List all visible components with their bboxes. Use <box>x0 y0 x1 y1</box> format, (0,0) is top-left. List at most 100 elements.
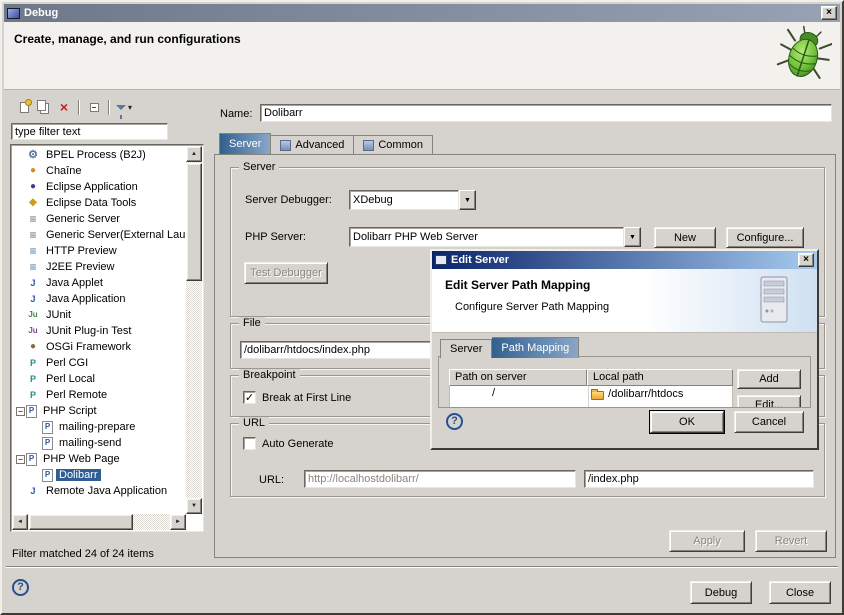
edit-server-dialog: Edit Server × Edit Server Path Mapping C… <box>430 249 819 450</box>
tree-item-dolibarr[interactable]: PDolibarr <box>13 467 187 483</box>
revert-button[interactable]: Revert <box>755 530 827 552</box>
ok-button[interactable]: OK <box>650 411 724 433</box>
window-title: Debug <box>24 7 817 19</box>
tab-common[interactable]: Common <box>354 135 433 154</box>
collapse-all-button[interactable]: − <box>84 97 104 117</box>
tree-item-perl-local[interactable]: PPerl Local <box>13 371 187 387</box>
url-label: URL: <box>259 474 284 486</box>
break-at-first-line-label: Break at First Line <box>262 392 351 404</box>
tab-label: Path Mapping <box>501 342 569 354</box>
local-path-text: /dolibarr/htdocs <box>608 388 683 400</box>
tree-item-chaine[interactable]: ●Chaîne <box>13 163 187 179</box>
tree-item-mailing-prepare[interactable]: Pmailing-prepare <box>13 419 187 435</box>
tree-item-eclipse-application[interactable]: ●Eclipse Application <box>13 179 187 195</box>
configure-button[interactable]: Configure... <box>726 227 804 248</box>
duplicate-icon <box>37 100 46 111</box>
server-icon: ≡ <box>26 229 40 242</box>
java-applet-icon: J <box>26 277 40 290</box>
path-mapping-table: Path on server Local path //dolibarr/htd… <box>449 369 733 408</box>
tab-path-mapping[interactable]: Path Mapping <box>492 337 579 358</box>
edit-button[interactable]: Edit... <box>737 395 801 408</box>
add-button[interactable]: Add <box>737 369 801 389</box>
collapse-toggle[interactable]: − <box>15 455 26 464</box>
name-input[interactable] <box>260 104 832 122</box>
scroll-down-arrow[interactable]: ▼ <box>186 498 202 514</box>
debug-button[interactable]: Debug <box>690 581 752 604</box>
php-web-page-icon: P <box>26 453 37 466</box>
tree-item-eclipse-data-tools[interactable]: ◆Eclipse Data Tools <box>13 195 187 211</box>
close-button[interactable]: Close <box>769 581 831 604</box>
auto-generate-checkbox[interactable] <box>243 437 256 450</box>
tree-item-label: BPEL Process (B2J) <box>43 149 149 161</box>
tree-vertical-scrollbar[interactable]: ▲ ▼ <box>186 146 202 514</box>
table-body: //dolibarr/htdocs <box>449 386 733 408</box>
collapse-toggle[interactable]: − <box>15 407 26 416</box>
tree-item-remote-java-application[interactable]: JRemote Java Application <box>13 483 187 499</box>
duplicate-config-button[interactable] <box>34 97 54 117</box>
tree-item-label: J2EE Preview <box>43 261 117 273</box>
tree-item-java-applet[interactable]: JJava Applet <box>13 275 187 291</box>
tree-item-java-application[interactable]: JJava Application <box>13 291 187 307</box>
tab-server-settings[interactable]: Server <box>440 339 492 358</box>
vertical-scroll-thumb[interactable] <box>186 163 202 281</box>
tree-item-http-preview[interactable]: ≡HTTP Preview <box>13 243 187 259</box>
new-config-button[interactable] <box>14 97 34 117</box>
tree-item-label: OSGi Framework <box>43 341 134 353</box>
tree-item-generic-server[interactable]: ≡Generic Server <box>13 211 187 227</box>
filter-input[interactable] <box>11 123 168 140</box>
tree-item-junit-plugin-test[interactable]: JuJUnit Plug-in Test <box>13 323 187 339</box>
tree-item-php-web-page[interactable]: −PPHP Web Page <box>13 451 187 467</box>
server-group-label: Server <box>239 161 279 173</box>
dialog-help-button[interactable]: ? <box>446 413 463 430</box>
tab-label: Server <box>450 343 482 355</box>
server-debugger-select[interactable]: XDebug ▼ <box>349 190 476 210</box>
perl-icon: P <box>26 357 40 370</box>
url-path-input[interactable] <box>584 470 814 488</box>
tree-item-junit[interactable]: JuJUnit <box>13 307 187 323</box>
filter-button[interactable]: ▾ <box>114 97 134 117</box>
new-server-button[interactable]: New <box>654 227 716 248</box>
tree-item-bpel-process[interactable]: ⚙BPEL Process (B2J) <box>13 147 187 163</box>
new-config-icon <box>20 102 29 113</box>
tree-item-generic-server-external[interactable]: ≡Generic Server(External Laun <box>13 227 187 243</box>
tree-item-osgi-framework[interactable]: ●OSGi Framework <box>13 339 187 355</box>
dialog-close-button[interactable]: × <box>798 253 814 267</box>
tree-item-label: Eclipse Application <box>43 181 141 193</box>
tab-server[interactable]: Server <box>219 133 271 154</box>
horizontal-scroll-thumb[interactable] <box>29 514 133 530</box>
php-server-select[interactable]: Dolibarr PHP Web Server ▼ <box>349 227 641 247</box>
scroll-left-arrow[interactable]: ◄ <box>12 514 28 530</box>
test-debugger-button[interactable]: Test Debugger <box>244 262 328 284</box>
chevron-down-icon: ▾ <box>128 103 132 112</box>
chevron-down-icon[interactable]: ▼ <box>624 227 641 247</box>
breakpoint-group-label: Breakpoint <box>239 369 300 381</box>
column-header-path-on-server[interactable]: Path on server <box>449 369 587 386</box>
perl-icon: P <box>26 373 40 386</box>
scroll-right-arrow[interactable]: ► <box>170 514 186 530</box>
path-mapping-row[interactable]: //dolibarr/htdocs <box>450 386 732 402</box>
php-server-label: PHP Server: <box>245 231 306 243</box>
tab-advanced[interactable]: Advanced <box>271 135 354 154</box>
tree-item-label: Perl Local <box>43 373 98 385</box>
tree-item-php-script[interactable]: −PPHP Script <box>13 403 187 419</box>
cancel-button[interactable]: Cancel <box>734 411 804 433</box>
perl-icon: P <box>26 389 40 402</box>
tree-item-perl-remote[interactable]: PPerl Remote <box>13 387 187 403</box>
delete-config-button[interactable]: × <box>54 97 74 117</box>
tree-item-mailing-send[interactable]: Pmailing-send <box>13 435 187 451</box>
scroll-up-arrow[interactable]: ▲ <box>186 146 202 162</box>
config-tree-panel: ⚙BPEL Process (B2J)●Chaîne●Eclipse Appli… <box>10 144 204 532</box>
tree-item-perl-cgi[interactable]: PPerl CGI <box>13 355 187 371</box>
help-button[interactable]: ? <box>12 579 29 596</box>
tab-label: Common <box>378 139 423 151</box>
window-close-button[interactable]: × <box>821 6 837 20</box>
tree-item-label: Perl CGI <box>43 357 91 369</box>
apply-button[interactable]: Apply <box>669 530 745 552</box>
tree-horizontal-scrollbar[interactable]: ◄ ► <box>12 514 186 530</box>
column-header-local-path[interactable]: Local path <box>587 369 733 386</box>
page-title: Create, manage, and run configurations <box>14 32 241 46</box>
chevron-down-icon[interactable]: ▼ <box>459 190 476 210</box>
break-at-first-line-checkbox[interactable] <box>243 391 256 404</box>
tree-item-j2ee-preview[interactable]: ≡J2EE Preview <box>13 259 187 275</box>
junit-icon: Ju <box>26 309 40 322</box>
